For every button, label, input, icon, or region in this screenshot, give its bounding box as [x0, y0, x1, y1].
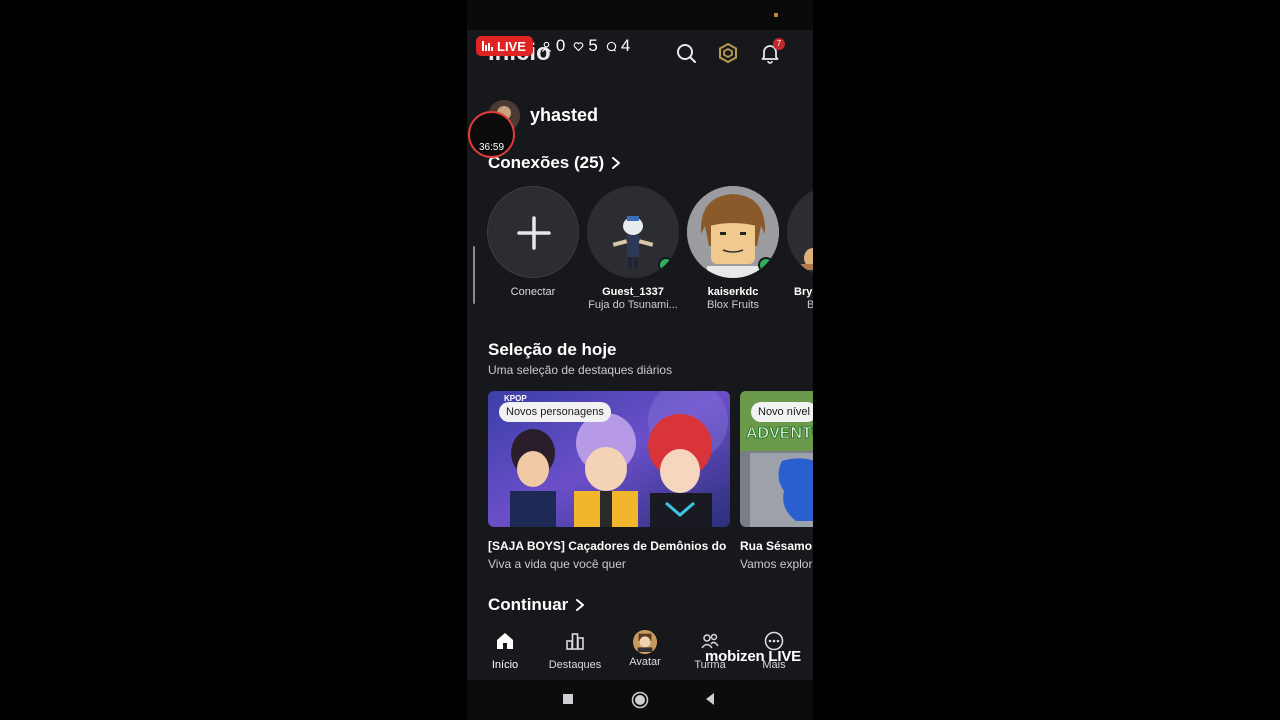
status-indicator	[774, 13, 778, 17]
like-count: 5	[573, 36, 598, 56]
chevron-right-icon	[576, 599, 585, 611]
heart-icon	[574, 41, 584, 51]
viewer-count: 0	[541, 36, 565, 56]
timer-text: 36:59	[478, 142, 505, 153]
home-icon	[497, 633, 513, 649]
recording-timer[interactable]: 36:59	[468, 111, 515, 158]
card-title[interactable]: Rua Sésamo:	[740, 539, 813, 553]
nav-highlights[interactable]: Destaques	[540, 630, 610, 671]
connection-avatar	[687, 186, 779, 278]
live-label: LIVE	[497, 38, 526, 54]
status-bar	[467, 0, 813, 30]
nav-home[interactable]: Início	[470, 630, 540, 671]
connection-name: Bry	[794, 286, 813, 298]
recents-icon[interactable]	[562, 691, 574, 707]
avatar-image	[787, 186, 813, 278]
connection-item[interactable]: Guest_1337 Fuja do Tsunami...	[586, 186, 680, 311]
continue-title: Continuar	[488, 595, 569, 614]
recorder-watermark: mobizen LIVE	[705, 648, 801, 665]
today-header: Seleção de hoje	[488, 340, 617, 360]
nav-label: Destaques	[548, 659, 602, 671]
connection-name: Guest_1337	[602, 286, 664, 298]
chevron-right-icon	[612, 157, 621, 169]
connection-game: Fuja do Tsunami...	[588, 299, 678, 311]
plus-icon	[517, 216, 551, 250]
back-icon[interactable]	[704, 691, 716, 707]
featured-game-card[interactable]: ADVENTU Novo nível	[740, 391, 813, 527]
nav-avatar[interactable]: Avatar	[610, 630, 680, 668]
card-subtitle: Vamos explor	[740, 557, 813, 571]
card-title[interactable]: [SAJA BOYS] Caçadores de Demônios do ...	[488, 539, 730, 553]
connection-name: kaiserkdc	[707, 286, 759, 298]
connection-avatar	[587, 186, 679, 278]
chat-bubble-icon	[606, 41, 617, 52]
continue-header[interactable]: Continuar	[488, 595, 586, 615]
connections-header[interactable]: Conexões (25)	[488, 153, 622, 173]
comment-count: 4	[606, 36, 630, 56]
avatar-icon	[633, 630, 657, 654]
connection-item[interactable]: kaiserkdc Blox Fruits	[686, 186, 780, 311]
live-bars-icon	[482, 41, 493, 51]
home-button-icon[interactable]	[631, 691, 649, 709]
chart-icon	[566, 633, 584, 650]
game-logo: ADVENTU	[745, 425, 813, 443]
nav-label: Avatar	[629, 656, 661, 668]
live-stream-overlay: LIVE 0 5 4	[476, 36, 630, 56]
connection-game: Blox Fruits	[707, 299, 759, 311]
robux-icon[interactable]	[717, 42, 739, 64]
roblox-app: Início 7 yhasted Conexões (25)	[467, 30, 813, 680]
person-icon	[541, 41, 551, 52]
connection-name: Conectar	[510, 286, 556, 298]
phone-screen: Início 7 yhasted Conexões (25)	[467, 0, 813, 720]
today-title: Seleção de hoje	[488, 340, 617, 359]
connection-game: B	[807, 299, 813, 311]
nav-label: Início	[491, 659, 519, 671]
today-subtitle: Uma seleção de destaques diários	[488, 363, 673, 377]
connection-item[interactable]: Bry B	[786, 186, 813, 311]
username[interactable]: yhasted	[530, 105, 598, 126]
card-tag: Novo nível	[751, 402, 813, 422]
featured-game-card[interactable]: KPOP Novos personagens	[488, 391, 730, 527]
search-icon[interactable]	[675, 42, 697, 64]
system-navigation-bar	[467, 680, 813, 720]
scroll-indicator[interactable]	[473, 246, 475, 304]
card-subtitle: Viva a vida que você quer	[488, 557, 626, 571]
online-status-dot	[658, 257, 674, 273]
connection-avatar	[787, 186, 813, 278]
online-status-dot	[758, 257, 774, 273]
live-badge: LIVE	[476, 36, 533, 56]
connections-title: Conexões (25)	[488, 153, 605, 172]
connect-button[interactable]: Conectar	[486, 186, 580, 298]
card-tag: Novos personagens	[499, 402, 611, 422]
notification-badge: 7	[773, 38, 785, 50]
add-connection-circle	[487, 186, 579, 278]
